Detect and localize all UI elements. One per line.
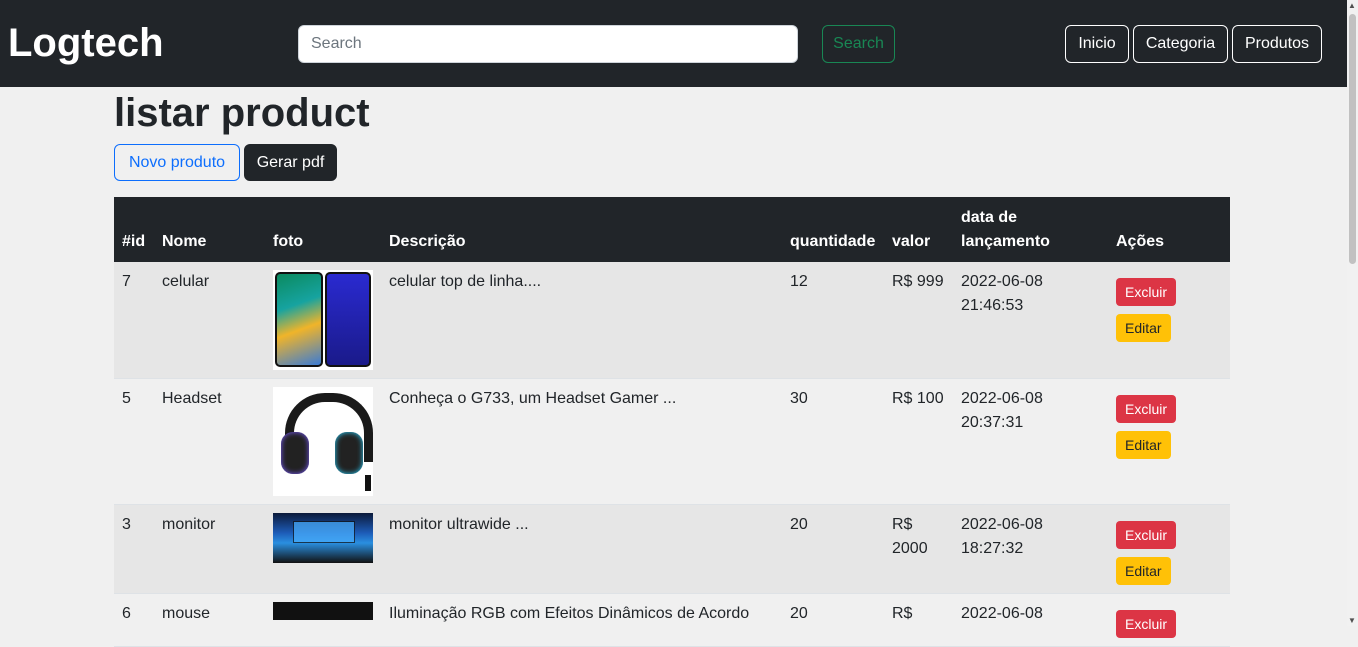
table-row: 5 Headset Conheça o G733, um Headset Gam…: [114, 378, 1230, 505]
cell-descricao: Iluminação RGB com Efeitos Dinâmicos de …: [381, 593, 782, 647]
delete-button[interactable]: Excluir: [1116, 521, 1177, 549]
cell-foto: [265, 593, 381, 647]
cell-id: 7: [114, 262, 154, 379]
header-quantidade: quantidade: [790, 233, 876, 250]
cell-descricao: celular top de linha....: [381, 262, 782, 379]
products-table-container: #id Nome foto Descrição quantidade valor…: [114, 197, 1230, 647]
header-nome: Nome: [162, 233, 207, 250]
cell-descricao: monitor ultrawide ...: [381, 504, 782, 594]
new-product-button[interactable]: Novo produto: [114, 144, 240, 181]
cell-descricao: Conheça o G733, um Headset Gamer ...: [381, 378, 782, 505]
cell-acoes: Excluir Editar: [1108, 378, 1230, 505]
cell-valor: R$ 100: [884, 378, 953, 505]
table-header-row: #id Nome foto Descrição quantidade valor…: [114, 197, 1230, 262]
delete-button[interactable]: Excluir: [1116, 278, 1177, 306]
cell-foto: [265, 378, 381, 505]
mouse-image: [273, 602, 373, 620]
cell-nome: celular: [154, 262, 265, 379]
page-scrollbar[interactable]: ▲ ▼: [1347, 0, 1358, 626]
header-descricao: Descrição: [389, 233, 466, 250]
table-row: 6 mouse Iluminação RGB com Efeitos Dinâm…: [114, 593, 1230, 647]
generate-pdf-button[interactable]: Gerar pdf: [244, 144, 337, 181]
search-button[interactable]: Search: [822, 25, 895, 63]
cell-id: 5: [114, 378, 154, 505]
edit-button[interactable]: Editar: [1116, 557, 1171, 585]
nav-inicio-button[interactable]: Inicio: [1065, 25, 1129, 63]
cell-foto: [265, 262, 381, 379]
delete-button[interactable]: Excluir: [1116, 395, 1177, 423]
cell-data: 2022-06-08 20:37:31: [953, 378, 1108, 505]
scroll-thumb[interactable]: [1349, 14, 1356, 264]
scroll-down-icon[interactable]: ▼: [1348, 616, 1356, 625]
page-title: listar product: [114, 91, 370, 135]
cell-foto: [265, 504, 381, 594]
cell-quantidade: 12: [782, 262, 884, 379]
cell-quantidade: 30: [782, 378, 884, 505]
monitor-image: [273, 513, 373, 563]
scroll-up-icon[interactable]: ▲: [1348, 1, 1356, 10]
cell-acoes: Excluir Editar: [1108, 262, 1230, 379]
cell-nome: mouse: [154, 593, 265, 647]
edit-button[interactable]: Editar: [1116, 431, 1171, 459]
cell-data: 2022-06-08 21:46:53: [953, 262, 1108, 379]
header-acoes: Ações: [1116, 233, 1165, 250]
cell-acoes: Excluir Editar: [1108, 504, 1230, 594]
delete-button[interactable]: Excluir: [1116, 610, 1177, 638]
cell-nome: monitor: [154, 504, 265, 594]
table-row: 3 monitor monitor ultrawide ... 20 R$ 20…: [114, 504, 1230, 594]
top-navbar: Logtech Search Inicio Categoria Produtos: [0, 0, 1347, 87]
header-valor: valor: [892, 233, 931, 250]
edit-button[interactable]: Editar: [1116, 314, 1171, 342]
header-id: #id: [122, 233, 146, 250]
cell-id: 6: [114, 593, 154, 647]
cell-data: 2022-06-08 18:27:32: [953, 504, 1108, 594]
header-foto: foto: [273, 233, 304, 250]
cell-acoes: Excluir: [1108, 593, 1230, 647]
cell-valor: R$ 2000: [884, 504, 953, 594]
nav-produtos-button[interactable]: Produtos: [1232, 25, 1322, 63]
cell-quantidade: 20: [782, 593, 884, 647]
header-data: data de lançamento: [961, 209, 1050, 250]
cell-valor: R$ 999: [884, 262, 953, 379]
cell-data: 2022-06-08: [953, 593, 1108, 647]
search-input[interactable]: [298, 25, 798, 63]
table-row: 7 celular celular top de linha.... 12 R$…: [114, 262, 1230, 379]
nav-categoria-button[interactable]: Categoria: [1133, 25, 1228, 63]
cell-quantidade: 20: [782, 504, 884, 594]
cell-nome: Headset: [154, 378, 265, 505]
headset-image: [273, 387, 373, 496]
phone-image: [273, 270, 373, 370]
brand-logo[interactable]: Logtech: [8, 20, 164, 66]
products-table: #id Nome foto Descrição quantidade valor…: [114, 197, 1230, 647]
cell-valor: R$: [884, 593, 953, 647]
cell-id: 3: [114, 504, 154, 594]
